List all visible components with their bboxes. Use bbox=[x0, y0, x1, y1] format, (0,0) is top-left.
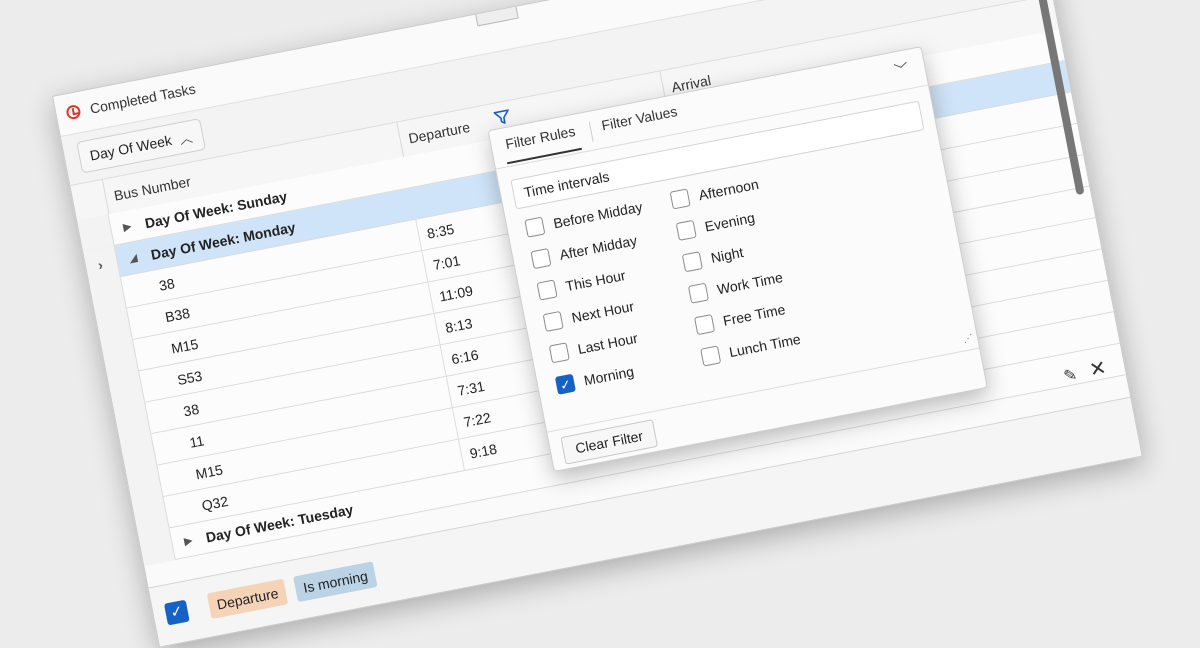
active-tab-indicator bbox=[506, 147, 582, 165]
window-title: Completed Tasks bbox=[88, 80, 197, 117]
option-morning[interactable]: ✓ Morning bbox=[554, 363, 635, 399]
grid-window: Completed Tasks Day Of Week ︿ Bus Number… bbox=[51, 0, 1143, 648]
option-afternoon[interactable]: Afternoon bbox=[669, 176, 760, 214]
option-next-hour[interactable]: Next Hour bbox=[542, 298, 635, 336]
checkbox[interactable] bbox=[542, 310, 564, 332]
chevron-up-icon: ︿ bbox=[178, 130, 194, 148]
option-label: This Hour bbox=[564, 266, 627, 295]
option-lunch-time[interactable]: Lunch Time bbox=[700, 331, 802, 371]
option-label: Last Hour bbox=[576, 329, 640, 358]
option-label: Work Time bbox=[715, 268, 785, 298]
option-free-time[interactable]: Free Time bbox=[694, 301, 787, 340]
option-night[interactable]: Night bbox=[681, 244, 745, 277]
option-this-hour[interactable]: This Hour bbox=[536, 267, 627, 305]
option-label: Next Hour bbox=[570, 297, 636, 326]
filter-value-token[interactable]: Is morning bbox=[293, 561, 378, 603]
checkbox-checked[interactable]: ✓ bbox=[554, 373, 576, 395]
checkbox[interactable] bbox=[524, 216, 546, 238]
tab-filter-rules[interactable]: Filter Rules bbox=[504, 123, 577, 152]
option-evening[interactable]: Evening bbox=[675, 209, 756, 245]
option-before-midday[interactable]: Before Midday bbox=[524, 198, 644, 242]
option-label: Morning bbox=[582, 363, 636, 389]
check-icon: ✓ bbox=[168, 602, 185, 622]
filter-field-token[interactable]: Departure bbox=[206, 578, 289, 620]
checkbox[interactable] bbox=[675, 219, 697, 241]
expand-arrow-icon[interactable]: ▶ bbox=[184, 535, 194, 547]
tab-divider bbox=[588, 121, 594, 142]
checkbox[interactable] bbox=[687, 282, 710, 304]
option-label: Before Midday bbox=[551, 198, 644, 232]
expand-arrow-icon[interactable]: ▶ bbox=[122, 221, 132, 233]
scene: Completed Tasks Day Of Week ︿ Bus Number… bbox=[51, 0, 1143, 648]
option-label: Evening bbox=[703, 209, 757, 235]
checkbox[interactable] bbox=[548, 342, 570, 364]
option-label: Afternoon bbox=[697, 175, 760, 204]
option-last-hour[interactable]: Last Hour bbox=[548, 330, 639, 368]
checkbox[interactable] bbox=[681, 251, 703, 273]
option-work-time[interactable]: Work Time bbox=[687, 269, 784, 308]
checkbox[interactable] bbox=[536, 279, 558, 301]
resize-grip-icon[interactable]: ⋰ bbox=[962, 333, 974, 346]
option-label: Night bbox=[709, 244, 745, 266]
checkbox[interactable] bbox=[669, 188, 691, 210]
checkbox[interactable] bbox=[530, 248, 552, 270]
tab-filter-values[interactable]: Filter Values bbox=[600, 103, 678, 133]
option-label: Free Time bbox=[721, 301, 787, 329]
group-chip-label: Day Of Week bbox=[88, 132, 174, 164]
checkbox[interactable] bbox=[700, 345, 722, 367]
funnel-icon[interactable] bbox=[492, 107, 513, 128]
collapse-arrow-icon[interactable]: ◢ bbox=[129, 253, 139, 265]
check-icon: ✓ bbox=[558, 376, 573, 394]
row-indicator-icon: › bbox=[96, 256, 105, 274]
option-label: Lunch Time bbox=[727, 330, 802, 361]
checkbox[interactable] bbox=[694, 314, 716, 336]
option-after-midday[interactable]: After Midday bbox=[530, 232, 638, 274]
time-intervals-label: Time intervals bbox=[522, 168, 611, 201]
clock-icon bbox=[65, 103, 82, 121]
chevron-down-icon[interactable]: ﹀ bbox=[893, 58, 911, 80]
filter-enabled-checkbox[interactable]: ✓ bbox=[163, 599, 190, 626]
option-label: After Midday bbox=[558, 232, 639, 263]
row-indicator bbox=[138, 528, 176, 566]
